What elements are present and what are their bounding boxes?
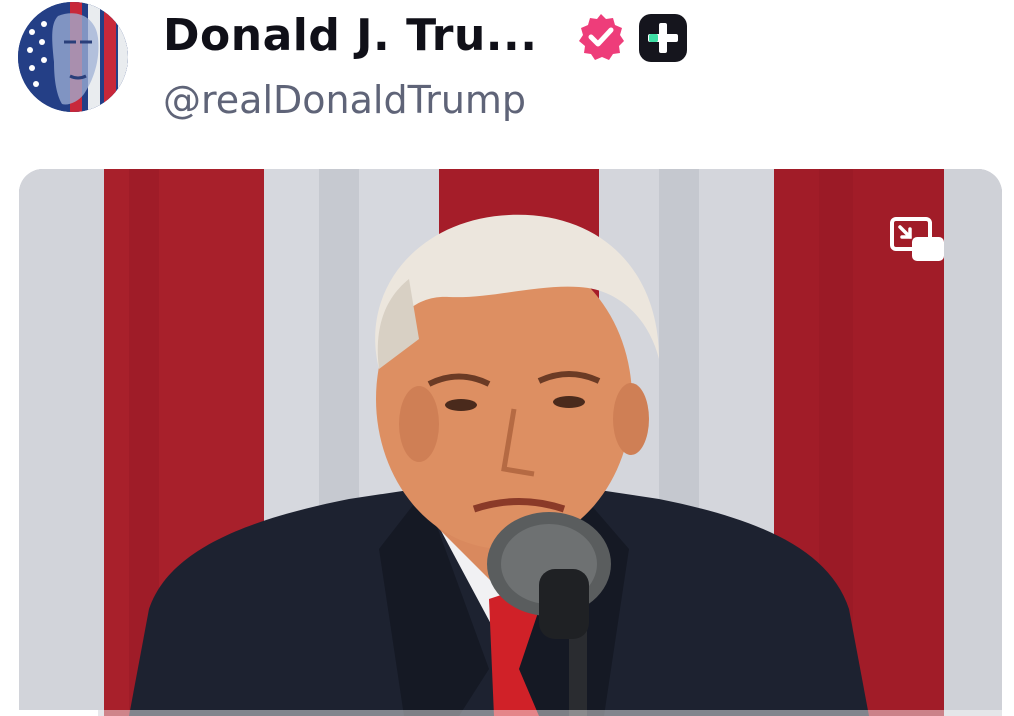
author-display-name[interactable]: Donald J. Tru... [163,6,537,66]
author-handle[interactable]: @realDonaldTrump [163,74,526,126]
video-progress-bar[interactable] [19,710,1002,716]
post-header: Donald J. Tru... @realDonaldTrump [0,0,1014,150]
post-card: Donald J. Tru... @realDonaldTrump [0,0,1014,716]
video-player[interactable] [19,169,1002,716]
flag-portrait-avatar-icon [18,2,128,112]
verified-badge-icon [576,12,626,62]
picture-in-picture-icon[interactable] [890,217,946,263]
video-frame [19,169,1002,716]
plus-badge-icon [638,13,688,63]
video-progress-fill [19,710,98,716]
avatar[interactable] [18,2,128,112]
